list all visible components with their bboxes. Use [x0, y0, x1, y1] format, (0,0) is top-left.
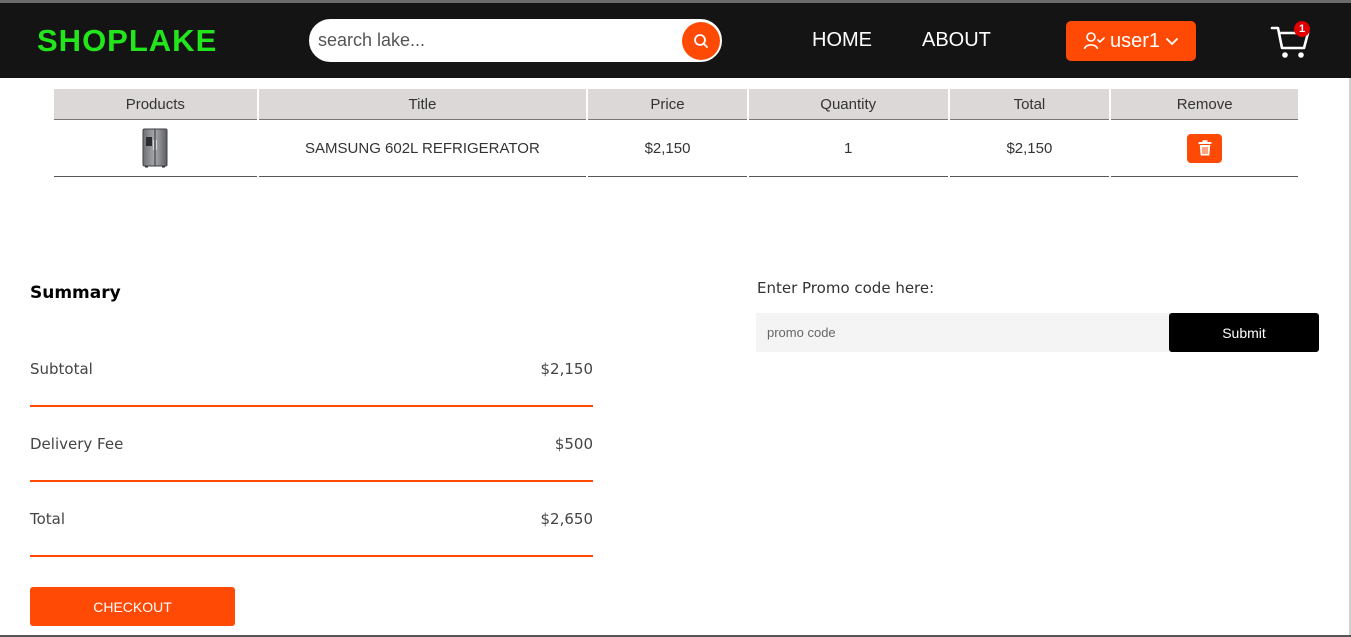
- user-name: user1: [1109, 29, 1161, 52]
- delivery-fee-label: Delivery Fee: [30, 435, 124, 453]
- user-check-icon: [1083, 32, 1105, 50]
- product-title: SAMSUNG 602L REFRIGERATOR: [258, 120, 587, 177]
- subtotal-label: Subtotal: [30, 360, 93, 378]
- search-icon: [694, 34, 708, 48]
- navbar: SHOPLAKE HOME ABOUT user1 1: [0, 3, 1351, 78]
- cart-button[interactable]: 1: [1270, 20, 1312, 62]
- nav-about-link[interactable]: ABOUT: [922, 29, 991, 52]
- subtotal-value: $2,150: [540, 360, 594, 378]
- column-header-total: Total: [949, 89, 1110, 120]
- delivery-fee-value: $500: [554, 435, 593, 453]
- nav-home-link[interactable]: HOME: [812, 29, 872, 52]
- trash-icon: [1198, 140, 1212, 156]
- column-header-remove: Remove: [1111, 89, 1298, 120]
- promo-code-input[interactable]: [756, 313, 1170, 352]
- total-row: Total $2,650: [30, 510, 593, 557]
- promo-submit-button[interactable]: Submit: [1169, 313, 1319, 352]
- search-bar: [309, 19, 722, 62]
- user-menu-button[interactable]: user1: [1066, 21, 1196, 61]
- total-value: $2,650: [540, 510, 594, 528]
- delivery-fee-row: Delivery Fee $500: [30, 435, 593, 482]
- subtotal-row: Subtotal $2,150: [30, 360, 593, 407]
- summary-heading: Summary: [30, 283, 121, 303]
- column-header-title: Title: [258, 89, 587, 120]
- column-header-quantity: Quantity: [748, 89, 948, 120]
- cart-count-badge: 1: [1294, 21, 1310, 37]
- column-header-price: Price: [588, 89, 747, 120]
- search-input[interactable]: [318, 21, 678, 60]
- product-price: $2,150: [588, 120, 747, 177]
- table-row: SAMSUNG 602L REFRIGERATOR $2,150 1 $2,15…: [54, 120, 1298, 177]
- product-image-cell: [54, 120, 257, 177]
- column-header-products: Products: [54, 89, 257, 120]
- brand-logo[interactable]: SHOPLAKE: [37, 23, 217, 59]
- refrigerator-icon: [142, 128, 168, 168]
- remove-cell: [1111, 120, 1298, 177]
- search-button[interactable]: [682, 22, 720, 60]
- product-total: $2,150: [949, 120, 1110, 177]
- remove-item-button[interactable]: [1187, 133, 1223, 163]
- promo-label: Enter Promo code here:: [757, 279, 935, 297]
- chevron-down-icon: [1166, 38, 1178, 46]
- product-quantity: 1: [748, 120, 948, 177]
- total-label: Total: [30, 510, 66, 528]
- checkout-button[interactable]: CHECKOUT: [30, 587, 235, 626]
- table-header-row: Products Title Price Quantity Total Remo…: [54, 89, 1298, 120]
- cart-table: Products Title Price Quantity Total Remo…: [52, 89, 1300, 177]
